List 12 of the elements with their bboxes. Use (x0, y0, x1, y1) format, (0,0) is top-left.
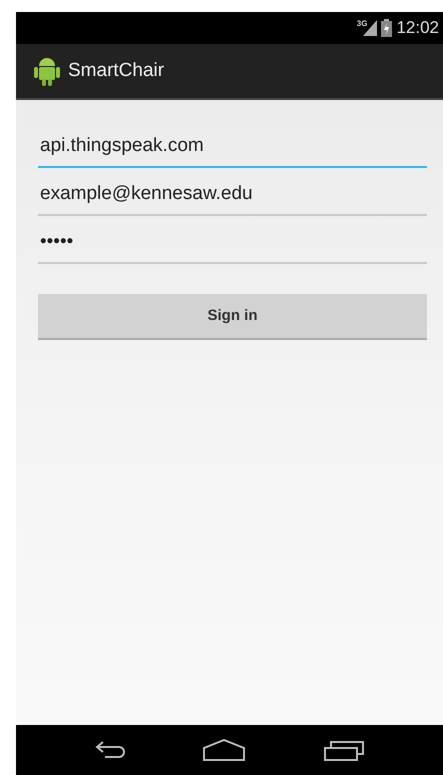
back-icon[interactable] (94, 740, 124, 760)
android-logo-icon (34, 56, 60, 86)
recent-apps-icon[interactable] (322, 739, 364, 761)
home-icon[interactable] (202, 739, 246, 761)
network-type: 3G (356, 18, 368, 30)
input-field[interactable]: ••••• (38, 222, 427, 264)
sign-in-button[interactable]: Sign in (38, 294, 427, 340)
clock-time: 12:02 (396, 17, 439, 40)
app-title: SmartChair (68, 58, 164, 83)
battery-icon (381, 19, 392, 37)
input-field[interactable]: example@kennesaw.edu (38, 174, 427, 216)
input-field[interactable]: api.thingspeak.com (38, 126, 427, 168)
